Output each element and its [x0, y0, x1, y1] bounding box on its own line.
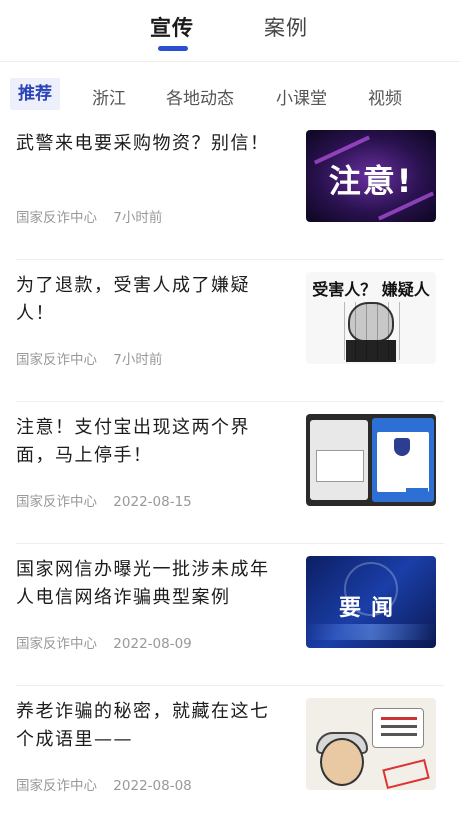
- article-thumbnail[interactable]: [306, 698, 436, 790]
- category-video[interactable]: 视频: [368, 84, 402, 109]
- article-source: 国家反诈中心: [16, 210, 97, 226]
- article-title[interactable]: 国家网信办曝光一批涉未成年人电信网络诈骗典型案例: [16, 556, 284, 612]
- tab-publicity[interactable]: 宣传: [150, 12, 194, 42]
- note-icon: [372, 708, 424, 748]
- category-zhejiang[interactable]: 浙江: [92, 84, 126, 109]
- article-thumbnail[interactable]: [306, 414, 436, 506]
- face-icon: [320, 738, 364, 786]
- article-source: 国家反诈中心: [16, 636, 97, 652]
- article-time: 7小时前: [113, 210, 163, 226]
- article-time: 7小时前: [113, 352, 163, 368]
- article-source: 国家反诈中心: [16, 494, 97, 510]
- article-item[interactable]: 注意！支付宝出现这两个界面，马上停手！ 国家反诈中心 2022-08-15: [0, 402, 460, 544]
- top-tab-bar: 宣传 案例: [0, 0, 460, 62]
- article-source: 国家反诈中心: [16, 352, 97, 368]
- article-time: 2022-08-09: [113, 636, 192, 652]
- article-thumbnail[interactable]: 受害人？ 嫌疑人: [306, 272, 436, 364]
- category-regional-news[interactable]: 各地动态: [166, 84, 234, 109]
- article-meta: 国家反诈中心 2022-08-15: [16, 490, 204, 510]
- decorative-wave: [306, 624, 436, 640]
- article-item[interactable]: 养老诈骗的秘密，就藏在这七个成语里—— 国家反诈中心 2022-08-08: [0, 686, 460, 816]
- category-bar: 推荐 浙江 各地动态 小课堂 视频: [0, 74, 460, 118]
- article-item[interactable]: 为了退款，受害人成了嫌疑人！ 国家反诈中心 7小时前 受害人？ 嫌疑人: [0, 260, 460, 402]
- mugshot-lines-icon: [334, 302, 408, 360]
- article-source: 国家反诈中心: [16, 778, 97, 794]
- article-item[interactable]: 国家网信办曝光一批涉未成年人电信网络诈骗典型案例 国家反诈中心 2022-08-…: [0, 544, 460, 686]
- article-title[interactable]: 注意！支付宝出现这两个界面，马上停手！: [16, 414, 284, 470]
- article-time: 2022-08-08: [113, 778, 192, 794]
- thumbnail-caption: 受害人？ 嫌疑人: [312, 280, 430, 299]
- article-thumbnail[interactable]: 注意!: [306, 130, 436, 222]
- article-meta: 国家反诈中心 2022-08-08: [16, 774, 204, 794]
- article-time: 2022-08-15: [113, 494, 192, 510]
- article-title[interactable]: 养老诈骗的秘密，就藏在这七个成语里——: [16, 698, 284, 754]
- article-meta: 国家反诈中心 2022-08-09: [16, 632, 204, 652]
- thumbnail-caption: 要闻: [338, 596, 403, 621]
- article-item[interactable]: 武警来电要采购物资？别信！ 国家反诈中心 7小时前 注意!: [0, 118, 460, 260]
- article-thumbnail[interactable]: 要闻: [306, 556, 436, 648]
- phone-screenshot-icon: [310, 420, 368, 500]
- article-meta: 国家反诈中心 7小时前: [16, 348, 174, 368]
- tab-cases[interactable]: 案例: [264, 12, 308, 42]
- thumbnail-caption: 注意!: [328, 162, 414, 200]
- shield-icon: [394, 438, 410, 456]
- article-title[interactable]: 武警来电要采购物资？别信！: [16, 130, 284, 158]
- article-meta: 国家反诈中心 7小时前: [16, 206, 174, 226]
- category-recommended[interactable]: 推荐: [10, 78, 60, 110]
- confirm-button-icon: [406, 488, 428, 494]
- article-title[interactable]: 为了退款，受害人成了嫌疑人！: [16, 272, 284, 328]
- stamp-icon: [382, 758, 430, 790]
- active-tab-indicator: [158, 46, 188, 51]
- category-classroom[interactable]: 小课堂: [276, 84, 327, 109]
